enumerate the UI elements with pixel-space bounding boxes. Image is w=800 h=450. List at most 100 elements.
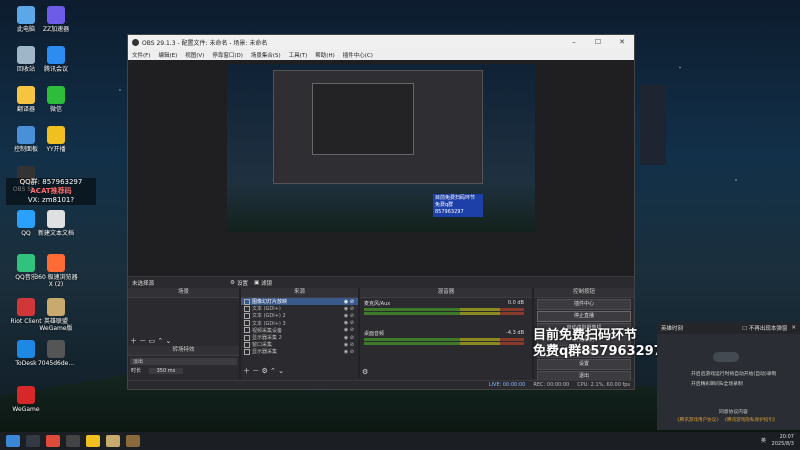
desktop-icon[interactable]: WeGame <box>4 386 48 413</box>
highlight-checkbox-label[interactable]: 开启精彩瞬间&全场录制 <box>691 380 743 387</box>
source-item[interactable]: 显示器采集 ◉ ⊘ <box>241 348 358 355</box>
preview-canvas[interactable]: 目前免费扫码环节 免费q群857963297 <box>227 64 535 232</box>
close-icon[interactable]: ✕ <box>791 325 796 331</box>
source-name: 文本 (GDI+) <box>252 306 281 313</box>
agree-checkbox-label[interactable]: 同意协议内容 <box>719 408 748 415</box>
record-toggle[interactable] <box>713 352 739 362</box>
desktop-icon[interactable]: 7045d6de... <box>34 340 78 367</box>
move-up-icon[interactable]: ⌃ <box>270 367 276 375</box>
watermark-line: ACAT推荐码 <box>30 187 72 195</box>
menu-view[interactable]: 视图(V) <box>185 51 204 59</box>
overlay-text: 目前免费扫码环节 免费q群857963297 <box>533 328 663 360</box>
visibility-icon[interactable]: ◉ ⊘ <box>344 313 354 319</box>
obs-taskbar-icon[interactable] <box>66 435 80 447</box>
add-scene-button[interactable]: ＋ <box>130 337 137 345</box>
dont-remind-label: 不再出现本弹窗 <box>748 326 788 332</box>
filter-icon[interactable]: ▣ <box>254 280 259 286</box>
search-icon[interactable] <box>26 435 40 447</box>
desktop-icon[interactable]: ZZ加速器 <box>34 6 78 33</box>
source-settings-icon[interactable]: ⚙ <box>261 367 267 375</box>
source-item[interactable]: 窗口采集 ◉ ⊘ <box>241 341 358 348</box>
agreement-links[interactable]: 《腾讯游戏用户协议》 《腾讯游戏隐私保护指引》 <box>675 417 778 423</box>
yy-taskbar-icon[interactable] <box>86 435 100 447</box>
channel-name: 麦克风/Aux <box>364 301 391 307</box>
dont-remind-checkbox[interactable]: ☐ 不再出现本弹窗 <box>742 324 787 332</box>
visibility-icon[interactable]: ◉ ⊘ <box>344 335 354 341</box>
desktop-icon-label: WeGame <box>12 406 40 413</box>
rec-status: REC: 00:00:00 <box>533 382 570 388</box>
watermark-line: VX: zm8101? <box>27 196 75 204</box>
desktop-icon[interactable]: 腾讯会议 <box>34 46 78 73</box>
clock-time[interactable]: 20:07 <box>772 434 794 441</box>
duration-field[interactable]: 350 ms <box>148 368 184 374</box>
app-taskbar-icon[interactable] <box>126 435 140 447</box>
source-type-icon <box>244 305 250 312</box>
chrome-taskbar-icon[interactable] <box>46 435 60 447</box>
move-up-icon[interactable]: ⌃ <box>157 337 163 345</box>
volume-slider[interactable] <box>364 342 524 345</box>
source-item[interactable]: 文本 (GDI+) 3 ◉ ⊘ <box>241 320 358 327</box>
live-status: LIVE: 00:00:00 <box>488 382 526 388</box>
scene-list[interactable] <box>128 298 239 336</box>
visibility-icon[interactable]: ◉ ⊘ <box>344 342 354 348</box>
minimize-button[interactable]: – <box>562 38 586 46</box>
desktop-icon[interactable]: YY开播 <box>34 126 78 153</box>
app-icon <box>47 210 65 228</box>
windows-start-icon[interactable] <box>6 435 20 447</box>
filters-button[interactable]: 滤镜 <box>261 279 272 287</box>
app-icon <box>17 298 35 316</box>
source-item[interactable]: 文本 (GDI+) 2 ◉ ⊘ <box>241 312 358 319</box>
source-type-icon <box>244 312 250 319</box>
settings-button[interactable]: 设置 <box>237 279 248 287</box>
desktop-icon[interactable]: 360 极速浏览器X (2) <box>34 254 78 288</box>
menu-docks[interactable]: 停靠窗口(D) <box>212 51 243 59</box>
move-down-icon[interactable]: ⌄ <box>165 337 171 345</box>
stop-streaming-button[interactable]: 停止直播 <box>537 311 631 322</box>
menu-plugins[interactable]: 插件中心(C) <box>343 51 373 59</box>
desktop-icon[interactable]: 微信 <box>34 86 78 113</box>
menu-file[interactable]: 文件(F) <box>132 51 150 59</box>
add-source-button[interactable]: ＋ <box>243 367 250 375</box>
maximize-button[interactable]: ☐ <box>586 38 610 46</box>
close-button[interactable]: ✕ <box>610 38 634 46</box>
status-bar: LIVE: 00:00:00 REC: 00:00:00 CPU: 2.1%, … <box>128 380 634 389</box>
menu-edit[interactable]: 编辑(E) <box>158 51 177 59</box>
source-type-icon <box>244 327 250 334</box>
plugin-center-button[interactable]: 插件中心 <box>537 299 631 310</box>
move-down-icon[interactable]: ⌄ <box>278 367 284 375</box>
clock-date[interactable]: 2025/8/3 <box>772 441 794 448</box>
ime-indicator[interactable]: 英 <box>761 438 766 445</box>
source-item[interactable]: 文本 (GDI+) ◉ ⊘ <box>241 305 358 312</box>
remove-scene-button[interactable]: － <box>139 337 146 345</box>
scene-filter-icon[interactable]: ▭ <box>148 337 155 345</box>
visibility-icon[interactable]: ◉ ⊘ <box>344 327 354 333</box>
mixer-settings-icon[interactable]: ⚙ <box>362 368 368 376</box>
desktop-icon[interactable]: 新建文本文档 <box>34 210 78 237</box>
app-icon <box>47 340 65 358</box>
menu-help[interactable]: 帮助(H) <box>315 51 334 59</box>
scenes-dock-title: 场景 <box>128 288 239 298</box>
source-item[interactable]: 视频采集设备 ◉ ⊘ <box>241 327 358 334</box>
volume-slider[interactable] <box>364 312 524 315</box>
desktop-icon[interactable]: 英雄联盟WeGame版 <box>34 298 78 332</box>
visibility-icon[interactable]: ◉ ⊘ <box>344 349 354 355</box>
menu-tools[interactable]: 工具(T) <box>289 51 308 59</box>
obs-logo-icon <box>132 38 139 46</box>
source-item[interactable]: 显示器采集 2 ◉ ⊘ <box>241 334 358 341</box>
visibility-icon[interactable]: ◉ ⊘ <box>344 299 354 305</box>
nested-preview-inner <box>312 83 414 155</box>
settings-button[interactable]: 设置 <box>537 359 631 370</box>
source-list: 图像幻灯片放映 ◉ ⊘ 文本 (GDI+) ◉ ⊘ 文本 (GDI+) 2 ◉ ⊘ 文本 (… <box>241 298 358 356</box>
source-type-icon <box>244 341 250 348</box>
gear-icon[interactable]: ⚙ <box>230 280 235 286</box>
toggle-desc: 开启后游戏运行时将自动开始(自动)录制 <box>691 372 777 377</box>
scene-toolbar: ＋ － ▭ ⌃ ⌄ <box>128 336 239 346</box>
visibility-icon[interactable]: ◉ ⊘ <box>344 320 354 326</box>
remove-source-button[interactable]: － <box>252 367 259 375</box>
source-item[interactable]: 图像幻灯片放映 ◉ ⊘ <box>241 298 358 306</box>
desktop-icon-label: 腾讯会议 <box>43 66 68 73</box>
transition-select[interactable]: 淡出 <box>130 358 237 365</box>
menu-scene-collection[interactable]: 场景集合(S) <box>251 51 281 59</box>
visibility-icon[interactable]: ◉ ⊘ <box>344 306 354 312</box>
lol-taskbar-icon[interactable] <box>106 435 120 447</box>
